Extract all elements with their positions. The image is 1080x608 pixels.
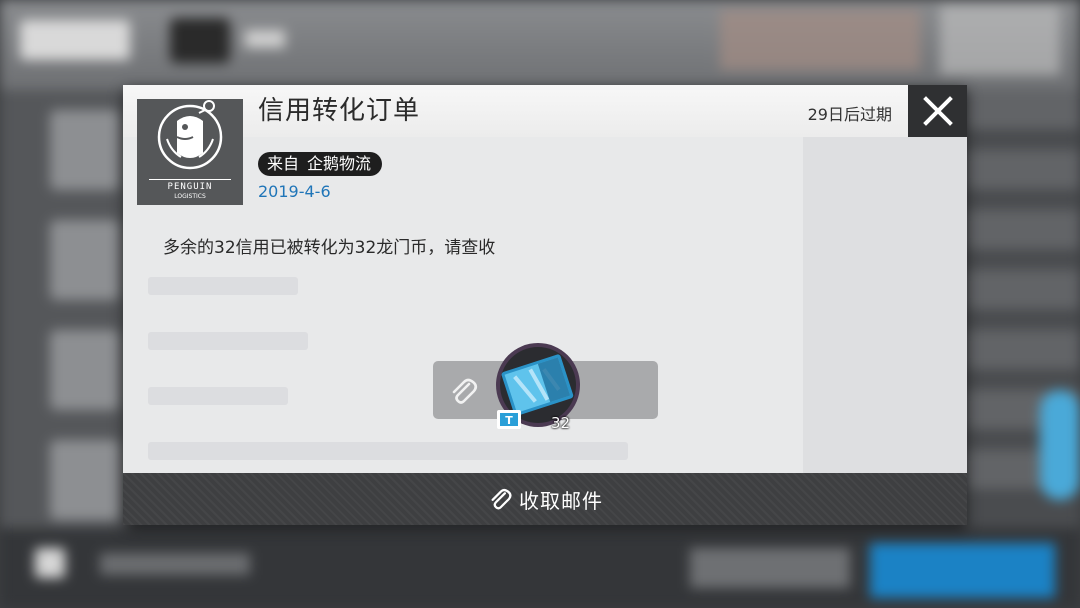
bg-block — [965, 210, 1080, 252]
sender-name: 企鹅物流 — [307, 154, 372, 173]
expire-label: 29日后过期 — [807, 105, 892, 124]
bg-block — [50, 440, 120, 520]
bg-block — [148, 277, 298, 295]
mail-title: 信用转化订单 — [258, 96, 421, 126]
mail-date: 2019-4-6 — [258, 182, 331, 201]
bg-bottom-bar — [0, 528, 1080, 608]
attachment-item[interactable]: T 32 — [491, 340, 586, 435]
bg-block — [148, 442, 628, 460]
bg-block — [50, 110, 120, 190]
close-button[interactable] — [908, 85, 967, 137]
sender-badge: 来自 企鹅物流 — [258, 152, 383, 176]
item-quantity: 32 — [551, 414, 571, 432]
bg-block — [870, 543, 1055, 598]
paperclip-icon — [491, 488, 512, 510]
bg-block — [100, 553, 250, 575]
title-bar: 信用转化订单 29日后过期 — [123, 85, 967, 137]
bg-block — [35, 548, 65, 578]
bg-block — [940, 5, 1060, 75]
svg-text:T: T — [505, 414, 513, 427]
lmd-item-icon: T — [496, 343, 580, 429]
bg-block — [170, 18, 230, 63]
bg-block — [245, 30, 285, 48]
paperclip-icon — [452, 378, 478, 404]
ticket-icon: T — [497, 410, 521, 429]
bg-block — [965, 150, 1080, 192]
bg-block — [965, 90, 1080, 132]
sender-logo: PENGUIN LOGISTICS — [137, 99, 243, 205]
penguin-logo-icon: PENGUIN LOGISTICS — [149, 100, 231, 200]
mail-body: 多余的32信用已被转化为32龙门币，请查收 — [163, 238, 496, 258]
bg-block — [965, 270, 1080, 312]
bg-block — [148, 332, 308, 350]
bg-block — [690, 548, 850, 588]
bg-right-panel — [965, 90, 1080, 530]
logo-text-logistics: LOGISTICS — [174, 193, 206, 200]
bg-block — [965, 330, 1080, 372]
bg-block — [720, 10, 920, 70]
bg-block — [50, 220, 120, 300]
bg-block — [20, 20, 130, 60]
bg-block — [148, 387, 288, 405]
bg-block — [50, 330, 120, 410]
mail-dialog: 信用转化订单 29日后过期 PENGUIN LOGISTICS 来自 企鹅物流 … — [123, 85, 967, 525]
bg-block — [1040, 390, 1080, 500]
close-icon — [922, 96, 953, 126]
bg-left-panel — [0, 90, 130, 530]
bg-top-bar — [0, 0, 1080, 90]
collect-mail-label: 收取邮件 — [519, 488, 603, 513]
bg-block — [803, 137, 967, 473]
collect-mail-button[interactable]: 收取邮件 — [123, 473, 967, 525]
sender-prefix: 来自 — [267, 154, 300, 173]
logo-text-penguin: PENGUIN — [168, 182, 213, 192]
